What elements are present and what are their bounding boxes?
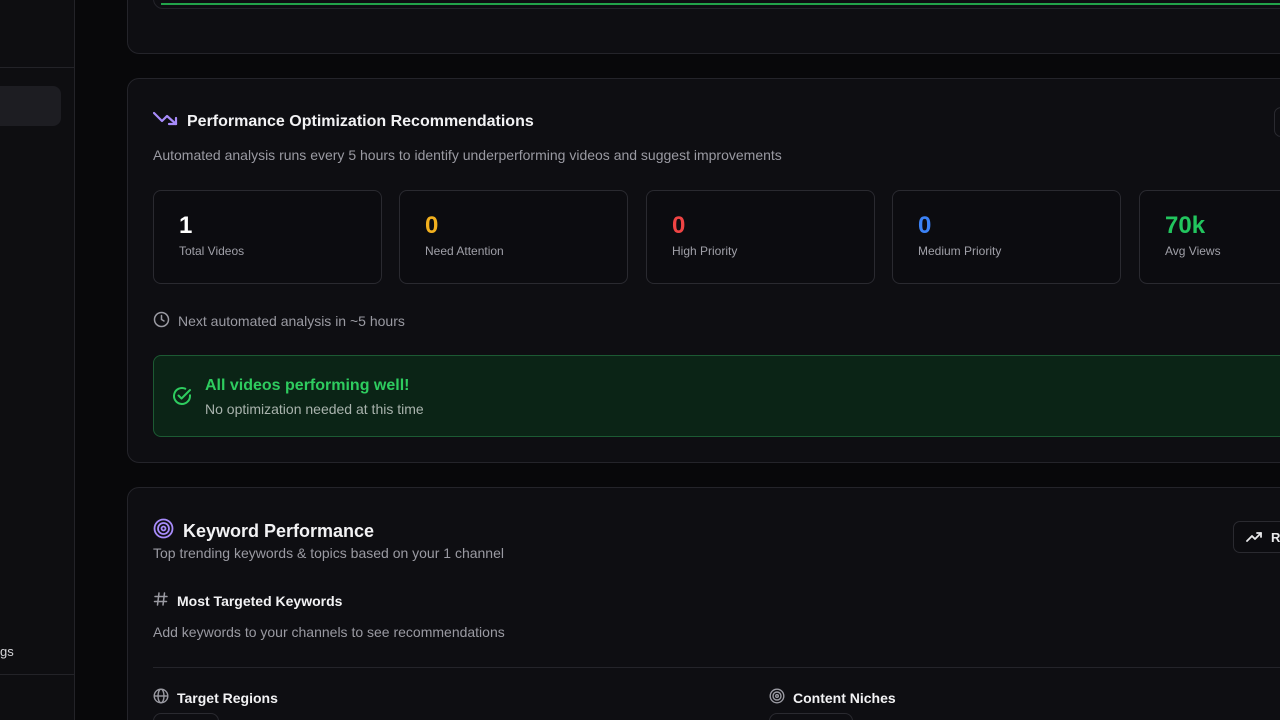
trending-up-icon [1246, 530, 1263, 545]
sidebar-divider [0, 674, 74, 675]
status-banner: All videos performing well! No optimizat… [153, 355, 1280, 437]
performance-title: Performance Optimization Recommendations [187, 112, 534, 130]
stat-value: 0 [918, 212, 932, 239]
region-chip[interactable] [153, 713, 219, 720]
globe-icon [153, 688, 169, 707]
status-subtitle: No optimization needed at this time [205, 401, 424, 417]
trending-button-label: R [1271, 529, 1280, 545]
next-analysis-text: Next automated analysis in ~5 hours [178, 313, 405, 329]
most-targeted-heading-row: Most Targeted Keywords [153, 591, 342, 610]
check-circle-icon [172, 386, 192, 411]
keyword-subtitle: Top trending keywords & topics based on … [153, 545, 504, 561]
stat-card-high-priority: 0 High Priority [646, 190, 875, 284]
keyword-title-row: Keyword Performance [153, 518, 374, 544]
clock-icon [153, 311, 170, 331]
header-action-button[interactable] [1274, 107, 1280, 137]
stat-value: 0 [425, 212, 439, 239]
stat-label: Need Attention [425, 244, 504, 258]
trending-down-icon [152, 111, 178, 132]
stat-label: High Priority [672, 244, 738, 258]
stat-label: Avg Views [1165, 244, 1221, 258]
stat-card-avg-views: 70k Avg Views [1139, 190, 1280, 284]
sidebar: gs [0, 0, 75, 720]
content-niches-heading: Content Niches [793, 689, 896, 706]
stat-label: Medium Priority [918, 244, 1002, 258]
performance-card: Performance Optimization Recommendations… [127, 78, 1280, 463]
content-niches-heading-row: Content Niches [769, 688, 896, 707]
most-targeted-heading: Most Targeted Keywords [177, 592, 343, 609]
stat-value: 70k [1165, 212, 1206, 239]
target-icon [153, 518, 174, 544]
progress-bar-fill [161, 3, 1280, 5]
stat-label: Total Videos [179, 244, 245, 258]
niche-chip[interactable] [769, 713, 853, 720]
target-regions-heading-row: Target Regions [153, 688, 278, 707]
sidebar-item-active[interactable] [0, 86, 61, 126]
performance-title-row: Performance Optimization Recommendations [152, 111, 534, 132]
stat-value: 0 [672, 212, 686, 239]
performance-subtitle: Automated analysis runs every 5 hours to… [153, 147, 782, 163]
status-title: All videos performing well! [205, 377, 410, 394]
sidebar-divider [0, 67, 74, 68]
next-analysis-row: Next automated analysis in ~5 hours [153, 311, 405, 331]
target-icon [769, 688, 785, 707]
stat-card-medium-priority: 0 Medium Priority [892, 190, 1121, 284]
main-content: Performance Optimization Recommendations… [75, 0, 1280, 720]
sidebar-item-settings-label[interactable]: gs [0, 644, 14, 659]
trending-button[interactable]: R [1233, 521, 1280, 553]
target-regions-heading: Target Regions [177, 689, 278, 706]
stat-card-total-videos: 1 Total Videos [153, 190, 382, 284]
stat-card-need-attention: 0 Need Attention [399, 190, 628, 284]
previous-card [127, 0, 1280, 54]
hash-icon [153, 591, 169, 610]
stat-value: 1 [179, 212, 193, 239]
keyword-card: Keyword Performance Top trending keyword… [127, 487, 1280, 720]
section-divider [153, 667, 1280, 668]
keywords-empty-message: Add keywords to your channels to see rec… [153, 624, 505, 640]
keyword-title: Keyword Performance [183, 520, 375, 541]
